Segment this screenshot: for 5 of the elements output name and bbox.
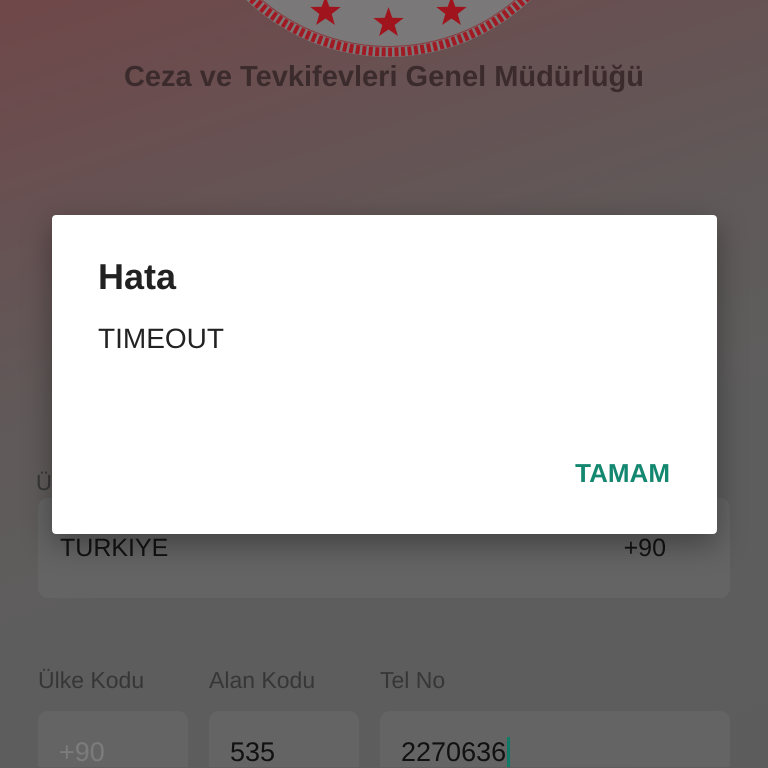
area-code-field[interactable]: 535 [209, 711, 359, 767]
dialog-message: TIMEOUT [98, 322, 224, 356]
phone-number-field[interactable]: 2270636 [380, 711, 730, 767]
ok-button[interactable]: TAMAM [567, 450, 678, 497]
dialog-title: Hata [98, 255, 176, 298]
